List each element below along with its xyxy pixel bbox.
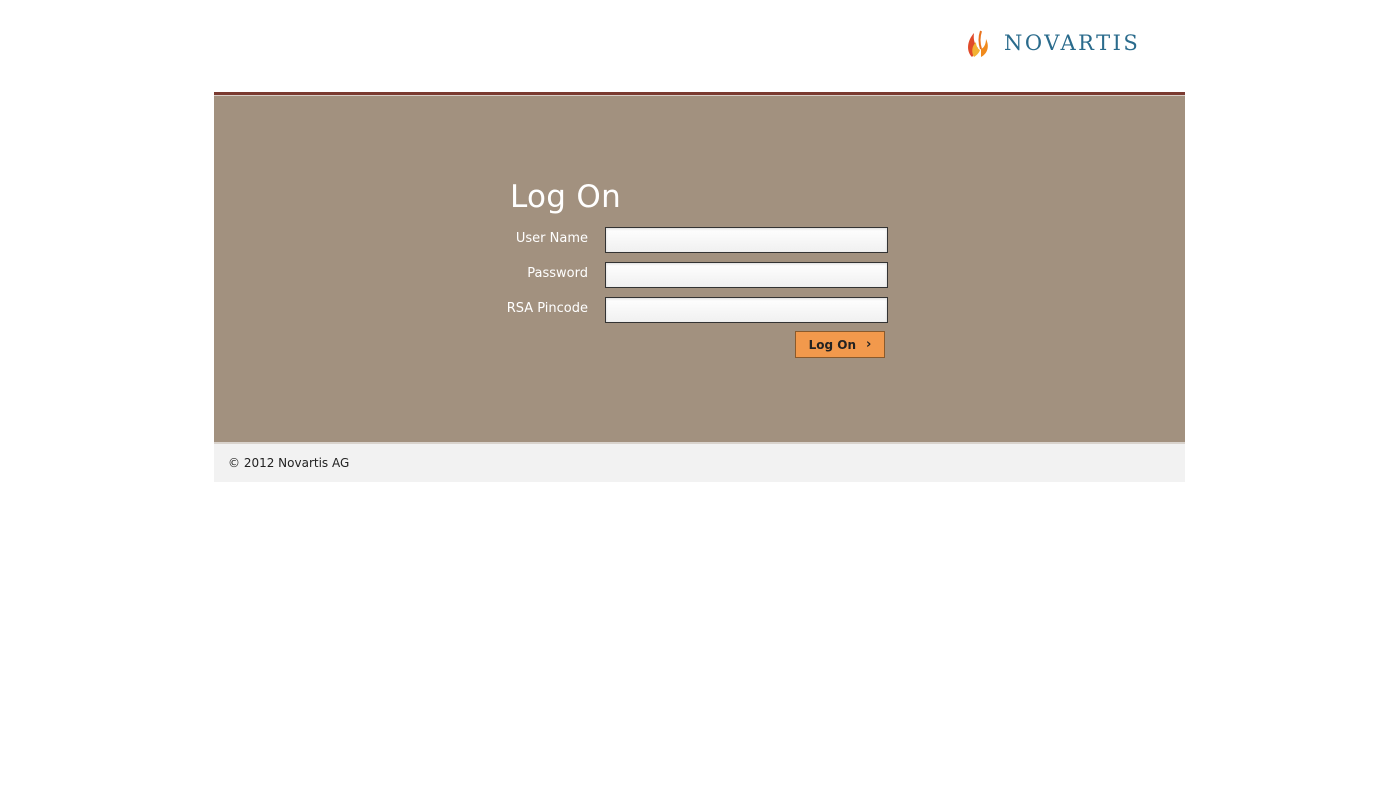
logo-wordmark: NOVARTIS [1004,30,1141,55]
footer: © 2012 Novartis AG [214,444,1185,482]
username-label: User Name [515,231,588,246]
username-row: User Name [214,227,914,253]
logon-button-label: Log On [808,337,857,352]
logon-button[interactable]: Log On › [795,331,885,358]
password-label: Password [527,266,588,281]
rsa-pincode-row: RSA Pincode [214,297,914,323]
flame-icon [968,30,988,57]
novartis-logo: NOVARTIS [963,27,1140,59]
login-panel: Log On User Name Password RSA Pincode Lo… [214,96,1185,442]
password-input[interactable] [605,262,888,288]
login-title: Log On [510,179,622,215]
login-frame: Log On User Name Password RSA Pincode Lo… [214,92,1185,482]
login-page: NOVARTIS Log On User Name Password RSA P… [0,0,1400,800]
copyright-text: © 2012 Novartis AG [228,456,350,470]
chevron-right-icon: › [866,337,872,352]
rsa-pincode-input[interactable] [605,297,888,323]
password-row: Password [214,262,914,288]
username-input[interactable] [605,227,888,253]
rsa-pincode-label: RSA Pincode [506,301,588,316]
